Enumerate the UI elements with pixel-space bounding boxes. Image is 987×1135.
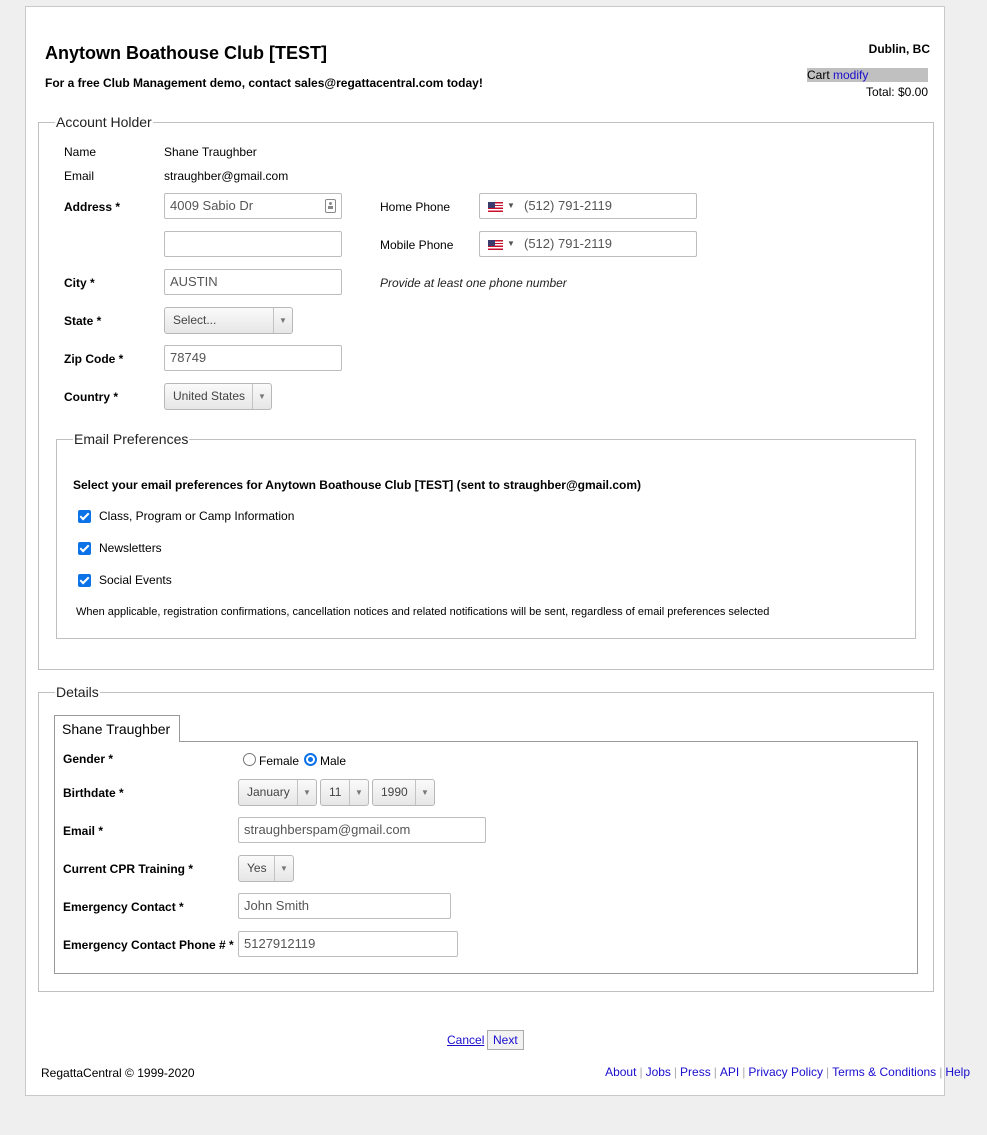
- checkbox-newsletters[interactable]: [78, 542, 91, 555]
- chevron-down-icon: ▼: [297, 780, 316, 805]
- checkbox-class-program-label: Class, Program or Camp Information: [99, 509, 295, 523]
- emergency-phone-label: Emergency Contact Phone # *: [63, 938, 234, 952]
- birth-day-select[interactable]: 11 ▼: [320, 779, 369, 806]
- chevron-down-icon[interactable]: ▼: [507, 194, 515, 218]
- country-label: Country *: [64, 390, 118, 404]
- club-title: Anytown Boathouse Club [TEST]: [45, 43, 327, 63]
- chevron-down-icon[interactable]: ▼: [507, 232, 515, 256]
- checkbox-social-events[interactable]: [78, 574, 91, 587]
- email-prefs-notice: When applicable, registration confirmati…: [76, 606, 770, 618]
- birth-month-value: January: [247, 785, 290, 799]
- cpr-value: Yes: [247, 861, 267, 875]
- emergency-contact-label: Emergency Contact *: [63, 900, 184, 914]
- footer-link-privacy[interactable]: Privacy Policy: [748, 1065, 823, 1079]
- home-phone-label: Home Phone: [380, 200, 451, 214]
- participant-email-label: Email *: [63, 824, 104, 838]
- name-value: Shane Traughber: [164, 145, 257, 159]
- mobile-phone-input[interactable]: ▼ (512) 791-2119: [479, 231, 697, 257]
- chevron-down-icon: ▼: [415, 780, 434, 805]
- footer-link-api[interactable]: API: [720, 1065, 739, 1079]
- address-line1-input[interactable]: 4009 Sabio Dr: [164, 193, 342, 219]
- cart-bar: Cart modify: [807, 68, 928, 82]
- gender-male-label: Male: [320, 754, 347, 768]
- name-label: Name: [64, 145, 97, 159]
- phone-hint: Provide at least one phone number: [380, 276, 567, 290]
- address-label: Address *: [64, 200, 121, 214]
- participant-email-input[interactable]: straughberspam@gmail.com: [238, 817, 486, 843]
- email-label: Email: [64, 169, 95, 183]
- address-line2-input[interactable]: [164, 231, 342, 257]
- cpr-label: Current CPR Training *: [63, 862, 194, 876]
- promo-text: For a free Club Management demo, contact…: [45, 76, 483, 90]
- mobile-phone-value: (512) 791-2119: [524, 236, 612, 251]
- footer-link-about[interactable]: About: [605, 1065, 636, 1079]
- chevron-down-icon: ▼: [349, 780, 368, 805]
- chevron-down-icon: ▼: [274, 856, 293, 881]
- gender-label: Gender *: [63, 752, 114, 766]
- home-phone-value: (512) 791-2119: [524, 198, 612, 213]
- birth-year-value: 1990: [381, 785, 408, 799]
- zip-input[interactable]: 78749: [164, 345, 342, 371]
- next-button[interactable]: Next: [487, 1030, 524, 1050]
- details-legend: Details: [56, 684, 99, 700]
- mobile-phone-label: Mobile Phone: [380, 238, 454, 252]
- birth-month-select[interactable]: January ▼: [238, 779, 317, 806]
- city-label: City *: [64, 276, 95, 290]
- city-input[interactable]: AUSTIN: [164, 269, 342, 295]
- footer-link-help[interactable]: Help: [945, 1065, 970, 1079]
- chevron-down-icon: ▼: [273, 308, 292, 333]
- copyright: RegattaCentral © 1999-2020: [41, 1066, 195, 1080]
- birth-year-select[interactable]: 1990 ▼: [372, 779, 435, 806]
- email-prefs-intro: Select your email preferences for Anytow…: [73, 478, 642, 492]
- us-flag-icon[interactable]: [488, 202, 503, 212]
- cancel-link[interactable]: Cancel: [447, 1033, 484, 1047]
- email-value: straughber@gmail.com: [164, 169, 289, 183]
- country-value: United States: [173, 389, 246, 403]
- home-phone-input[interactable]: ▼ (512) 791-2119: [479, 193, 697, 219]
- us-flag-icon[interactable]: [488, 240, 503, 250]
- birth-day-value: 11: [329, 785, 342, 799]
- account-holder-legend: Account Holder: [56, 114, 152, 130]
- state-label: State *: [64, 314, 102, 328]
- birthdate-label: Birthdate *: [63, 786, 124, 800]
- zip-label: Zip Code *: [64, 352, 124, 366]
- email-preferences-legend: Email Preferences: [74, 431, 189, 447]
- emergency-phone-input[interactable]: 5127912119: [238, 931, 458, 957]
- contact-card-icon: [325, 199, 336, 213]
- state-value: Select...: [173, 313, 217, 327]
- footer-link-jobs[interactable]: Jobs: [646, 1065, 671, 1079]
- checkbox-class-program[interactable]: [78, 510, 91, 523]
- emergency-contact-input[interactable]: John Smith: [238, 893, 451, 919]
- country-select[interactable]: United States ▼: [164, 383, 272, 410]
- location-label: Dublin, BC: [868, 42, 930, 56]
- cart-label: Cart: [807, 68, 830, 82]
- footer-link-press[interactable]: Press: [680, 1065, 711, 1079]
- cart-total: Total: $0.00: [865, 85, 928, 99]
- state-select[interactable]: Select... ▼: [164, 307, 293, 334]
- checkbox-newsletters-label: Newsletters: [99, 541, 162, 555]
- cart-modify-link[interactable]: modify: [833, 68, 868, 82]
- gender-male-radio[interactable]: [304, 753, 317, 766]
- gender-female-label: Female: [259, 754, 300, 768]
- gender-female-radio[interactable]: [243, 753, 256, 766]
- footer-links: About | Jobs | Press | API | Privacy Policy | Term…: [605, 1065, 970, 1079]
- footer-link-terms[interactable]: Terms & Conditions: [832, 1065, 936, 1079]
- tab-participant[interactable]: Shane Traughber: [54, 715, 180, 742]
- cpr-select[interactable]: Yes ▼: [238, 855, 294, 882]
- address-line1-value: 4009 Sabio Dr: [170, 198, 254, 213]
- chevron-down-icon: ▼: [252, 384, 271, 409]
- checkbox-social-events-label: Social Events: [99, 573, 172, 587]
